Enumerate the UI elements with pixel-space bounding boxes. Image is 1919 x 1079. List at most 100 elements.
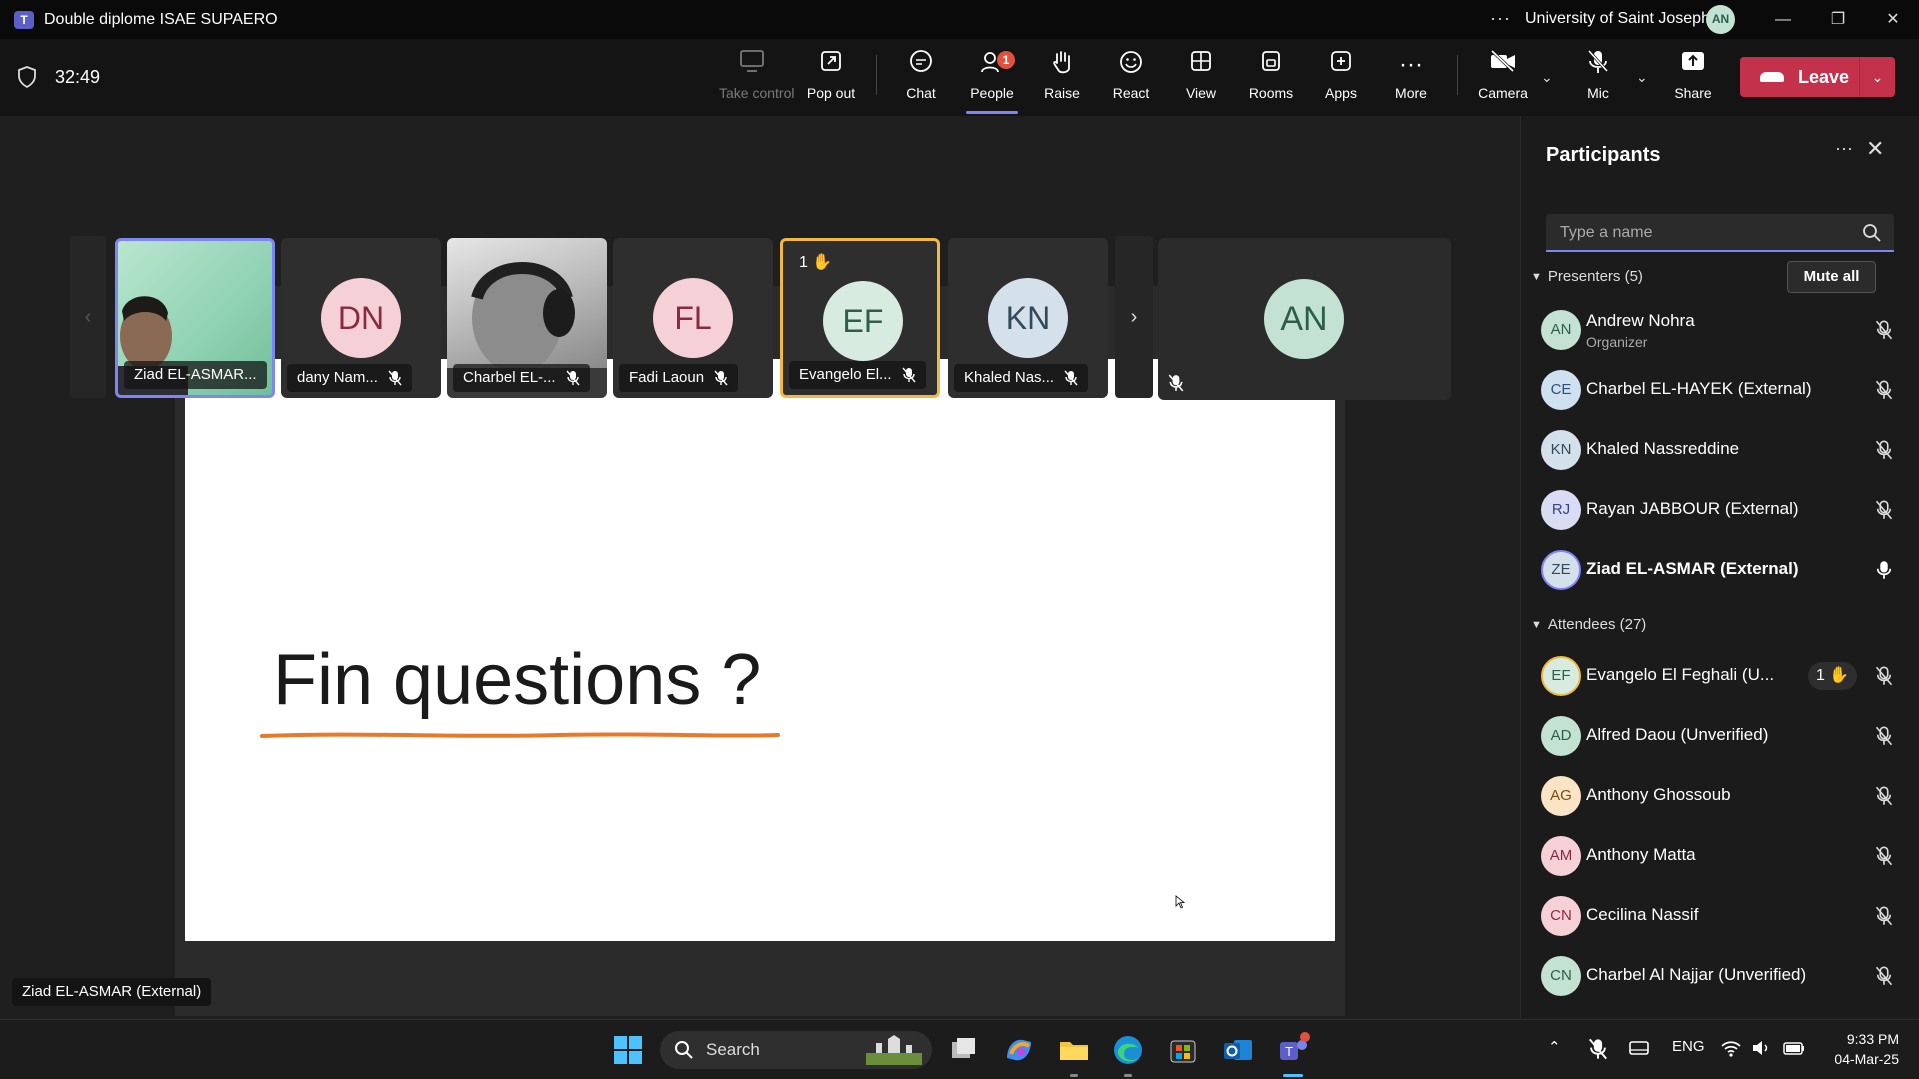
- self-video-tile[interactable]: AN: [1158, 238, 1451, 400]
- participant-row[interactable]: KN Khaled Nassreddine: [1541, 426, 1901, 474]
- raise-hand-button[interactable]: Raise: [1029, 49, 1095, 109]
- participant-tile-ziad[interactable]: Ziad EL-ASMAR...: [115, 238, 275, 398]
- camera-label: Camera: [1478, 85, 1528, 101]
- participant-tile-fadi[interactable]: FL Fadi Laoun: [613, 238, 773, 398]
- collapse-triangle-icon: ▼: [1531, 270, 1542, 283]
- participant-search[interactable]: [1546, 214, 1894, 252]
- participant-tile-khaled[interactable]: KN Khaled Nas...: [948, 238, 1108, 398]
- leave-button[interactable]: Leave ⌄: [1740, 57, 1895, 97]
- participant-row[interactable]: AM Anthony Matta: [1541, 832, 1901, 880]
- attendees-header[interactable]: ▼ Attendees (27): [1531, 616, 1646, 633]
- participant-row[interactable]: CN Cecilina Nassif: [1541, 892, 1901, 940]
- panel-more-options-icon[interactable]: ···: [1835, 138, 1853, 159]
- tray-overflow-chevron-icon[interactable]: ⌃: [1548, 1038, 1561, 1056]
- leave-options-chevron-icon[interactable]: ⌄: [1860, 69, 1895, 86]
- tile-name: Charbel EL-...: [463, 369, 556, 386]
- tile-name-pill: Fadi Laoun: [619, 364, 739, 392]
- participant-name: Ziad EL-ASMAR (External): [1586, 559, 1799, 578]
- close-window-button[interactable]: ✕: [1873, 5, 1913, 35]
- tile-name-pill: Evangelo El...: [789, 361, 926, 389]
- participant-row[interactable]: EF Evangelo El Feghali (U... 1 ✋: [1541, 652, 1901, 700]
- battery-charging-icon[interactable]: [1782, 1038, 1806, 1058]
- taskbar-search[interactable]: Search: [660, 1031, 932, 1069]
- participant-row[interactable]: AD Alfred Daou (Unverified): [1541, 712, 1901, 760]
- participant-tile-charbel[interactable]: Charbel EL-...: [447, 238, 607, 398]
- view-label: View: [1185, 85, 1217, 101]
- mic-off-icon: [902, 367, 916, 383]
- people-badge: 1: [997, 51, 1015, 69]
- leave-main[interactable]: Leave: [1740, 57, 1860, 97]
- pop-out-button[interactable]: Pop out: [798, 49, 864, 109]
- clock-time: 9:33 PM: [1846, 1031, 1899, 1047]
- volume-icon[interactable]: [1750, 1038, 1770, 1058]
- mic-off-icon: [714, 370, 728, 386]
- system-clock[interactable]: 9:33 PM 04-Mar-25: [1825, 1029, 1899, 1069]
- tile-name-pill: dany Nam...: [287, 364, 412, 392]
- clock-date: 04-Mar-25: [1834, 1051, 1899, 1067]
- mic-off-icon: [566, 370, 580, 386]
- org-name[interactable]: University of Saint Joseph: [1525, 10, 1710, 28]
- participant-name: Andrew Nohra: [1586, 311, 1695, 330]
- tile-name: dany Nam...: [297, 369, 378, 386]
- microsoft-store-icon[interactable]: [1165, 1032, 1201, 1068]
- take-control-button[interactable]: Take control: [719, 49, 794, 109]
- mute-all-button[interactable]: Mute all: [1787, 261, 1876, 293]
- mic-off-icon: [1875, 966, 1893, 986]
- tile-name-pill: Charbel EL-...: [453, 364, 590, 392]
- participant-row[interactable]: AG Anthony Ghossoub: [1541, 772, 1901, 820]
- restore-button[interactable]: ❐: [1818, 5, 1858, 35]
- mic-off-icon: [1875, 380, 1893, 400]
- windows-start-icon[interactable]: [610, 1032, 646, 1068]
- mic-button[interactable]: Mic: [1565, 49, 1631, 109]
- display-tray-icon[interactable]: [1628, 1040, 1650, 1058]
- participant-name: Charbel EL-HAYEK (External): [1586, 379, 1812, 398]
- mic-muted-tray-icon[interactable]: [1588, 1038, 1608, 1060]
- panel-close-icon[interactable]: ✕: [1866, 136, 1884, 162]
- participant-tile-evangelo[interactable]: 1 ✋ EF Evangelo El...: [780, 238, 940, 398]
- mic-options-chevron-icon[interactable]: ⌄: [1636, 69, 1648, 86]
- presenters-header-label: Presenters (5): [1547, 268, 1643, 285]
- pop-out-label: Pop out: [806, 85, 856, 101]
- edge-browser-icon[interactable]: [1110, 1032, 1146, 1068]
- chat-button[interactable]: Chat: [888, 49, 954, 109]
- gallery-next-button[interactable]: ›: [1115, 236, 1153, 398]
- participant-row[interactable]: AN Andrew Nohra Organizer: [1541, 306, 1901, 354]
- participant-row[interactable]: CE Charbel EL-HAYEK (External): [1541, 366, 1901, 414]
- more-label: More: [1395, 85, 1427, 101]
- participant-row[interactable]: CN Charbel Al Najjar (Unverified): [1541, 952, 1901, 1000]
- file-explorer-icon[interactable]: [1056, 1032, 1092, 1068]
- react-button[interactable]: React: [1098, 49, 1164, 109]
- presenters-header[interactable]: ▼ Presenters (5): [1531, 268, 1643, 285]
- participant-name: Alfred Daou (Unverified): [1586, 725, 1769, 744]
- mic-off-icon: [1875, 666, 1893, 686]
- rooms-button[interactable]: Rooms: [1238, 49, 1304, 109]
- hand-icon: [1029, 49, 1095, 81]
- participant-row[interactable]: ZE Ziad EL-ASMAR (External): [1541, 546, 1901, 594]
- search-input[interactable]: [1560, 222, 1850, 244]
- raise-label: Raise: [1044, 85, 1080, 101]
- minimize-button[interactable]: —: [1763, 5, 1803, 35]
- panel-title: Participants: [1546, 144, 1661, 166]
- teams-icon[interactable]: T: [1275, 1032, 1311, 1068]
- titlebar-more-icon[interactable]: ···: [1490, 8, 1511, 29]
- people-button[interactable]: 1 People: [959, 49, 1025, 114]
- add-app-icon: [1308, 49, 1374, 81]
- gallery-prev-button[interactable]: ‹: [70, 236, 106, 398]
- apps-button[interactable]: Apps: [1308, 49, 1374, 109]
- camera-button[interactable]: Camera: [1470, 49, 1536, 109]
- account-avatar[interactable]: AN: [1706, 5, 1735, 34]
- more-button[interactable]: ··· More: [1378, 49, 1444, 109]
- mic-off-icon: [1064, 370, 1078, 386]
- copilot-icon[interactable]: [1001, 1032, 1037, 1068]
- task-view-icon[interactable]: [946, 1032, 982, 1068]
- participant-row[interactable]: RJ Rayan JABBOUR (External): [1541, 486, 1901, 534]
- share-button[interactable]: Share: [1660, 49, 1726, 109]
- participant-tile-dany[interactable]: DN dany Nam...: [281, 238, 441, 398]
- camera-options-chevron-icon[interactable]: ⌄: [1541, 69, 1553, 86]
- wifi-icon[interactable]: [1720, 1038, 1742, 1058]
- outlook-icon[interactable]: [1220, 1032, 1256, 1068]
- leave-label: Leave: [1798, 66, 1850, 87]
- view-button[interactable]: View: [1168, 49, 1234, 109]
- toolbar-divider: [876, 55, 877, 95]
- input-language[interactable]: ENG: [1672, 1038, 1705, 1055]
